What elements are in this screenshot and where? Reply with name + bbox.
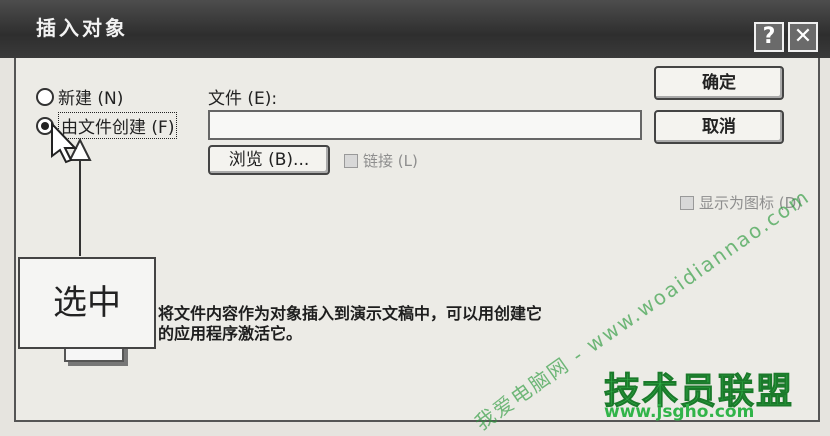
annotation-callout: 选中 bbox=[18, 257, 156, 349]
site-logo-url: www.jsgho.com bbox=[604, 402, 755, 422]
